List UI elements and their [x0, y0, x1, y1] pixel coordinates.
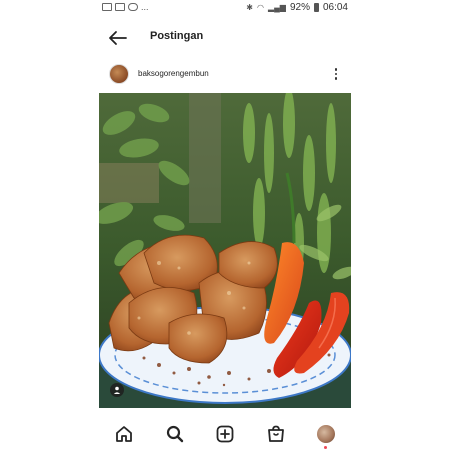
post-author-row: baksogorengembun	[98, 62, 352, 88]
author-username[interactable]: baksogorengembun	[138, 69, 209, 78]
post-image[interactable]	[99, 93, 351, 408]
battery-icon	[313, 3, 319, 12]
home-icon[interactable]	[114, 424, 134, 444]
status-left: ...	[102, 2, 149, 12]
bluetooth-icon: ✱	[246, 3, 253, 12]
profile-avatar[interactable]	[317, 425, 335, 443]
status-dots: ...	[141, 2, 149, 12]
status-right: ✱ ◠ ▂▄▆ 92% 06:04	[246, 2, 348, 13]
top-bar: Postingan	[98, 26, 352, 50]
email-icon	[115, 3, 125, 11]
more-options-icon[interactable]	[332, 66, 340, 82]
messenger-icon	[128, 3, 138, 11]
phone-screen: ... ✱ ◠ ▂▄▆ 92% 06:04 Postingan baksogor…	[98, 0, 352, 450]
bottom-nav	[98, 418, 352, 450]
wifi-icon: ◠	[256, 3, 264, 12]
create-icon[interactable]	[215, 424, 235, 444]
back-arrow-icon[interactable]	[108, 30, 128, 46]
signal-icon: ▂▄▆	[267, 3, 286, 12]
user-tag-icon[interactable]	[110, 383, 124, 397]
page-title: Postingan	[150, 30, 204, 42]
status-bar: ... ✱ ◠ ▂▄▆ 92% 06:04	[98, 0, 352, 18]
battery-percent: 92%	[289, 2, 310, 13]
shop-icon[interactable]	[266, 424, 286, 444]
notification-dot	[324, 446, 327, 449]
clock: 06:04	[322, 2, 348, 13]
image-icon	[102, 3, 112, 11]
author-avatar[interactable]	[109, 64, 129, 84]
search-icon[interactable]	[165, 424, 185, 444]
